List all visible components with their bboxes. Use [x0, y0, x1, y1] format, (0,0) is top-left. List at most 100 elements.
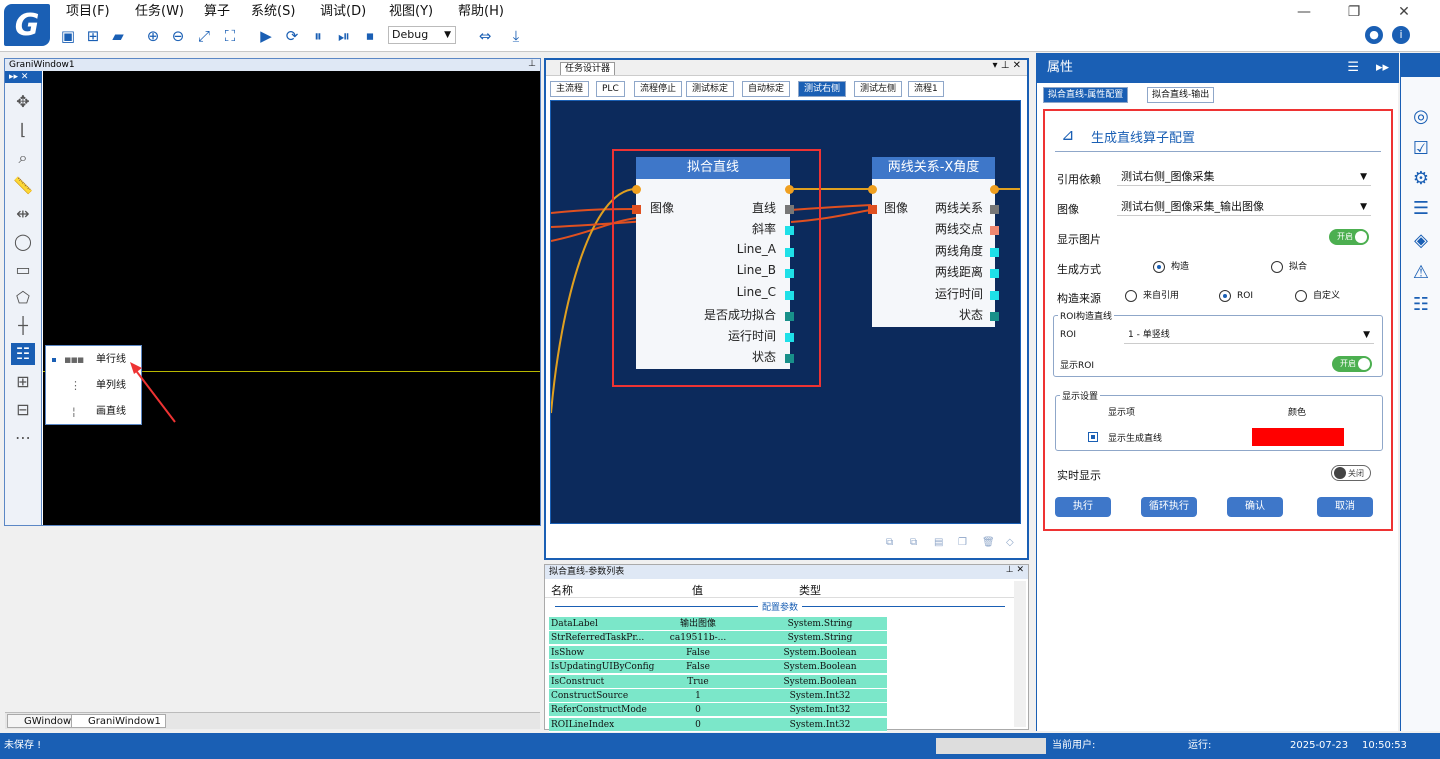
loop-icon[interactable]: ⟳ [282, 26, 302, 46]
target-icon[interactable]: ◎ [1409, 105, 1433, 129]
clear-icon[interactable]: ◇ [1006, 537, 1018, 549]
download-icon[interactable]: ⤓ [506, 26, 526, 46]
collapse-icon[interactable]: ▸▸ [1376, 53, 1389, 83]
output-port[interactable] [990, 291, 999, 300]
input-port[interactable] [868, 205, 877, 214]
save-icon[interactable]: ▣ [58, 26, 78, 46]
tab-graniwindow1[interactable]: GraniWindow1 [71, 714, 166, 728]
cross-tool-icon[interactable]: ┼ [11, 315, 35, 337]
popup-item-single-row[interactable]: ▪▪▪ 单行线 [50, 348, 140, 372]
popup-item-draw-line[interactable]: ¦ 画直线 [50, 400, 140, 424]
info-icon[interactable]: i [1392, 26, 1410, 44]
menu-project[interactable]: 项目(F) [66, 3, 110, 21]
run-icon[interactable]: ▶ [256, 26, 276, 46]
split-icon[interactable]: ⇔ [475, 26, 495, 46]
menu-debug[interactable]: 调试(D) [320, 3, 366, 21]
list-icon[interactable]: ☰ [1409, 197, 1433, 221]
warning-icon[interactable]: ⚠ [1409, 261, 1433, 285]
menu-view[interactable]: 视图(Y) [389, 3, 433, 21]
table-row[interactable]: IsShow False System.Boolean [549, 645, 887, 660]
fit-icon[interactable]: ⤢ [194, 26, 214, 46]
settings-icon[interactable]: ⚙ [1409, 167, 1433, 191]
pin-icon[interactable]: ⊥ [528, 59, 536, 69]
menu-system[interactable]: 系统(S) [251, 3, 295, 21]
node-line-relation[interactable]: 两线关系-X角度 图像 两线关系 两线交点 两线角度 两线距离 运行时间 状态 [868, 157, 999, 327]
line-tool-icon[interactable]: ☷ [11, 343, 35, 365]
cancel-button[interactable]: 取消 [1317, 497, 1373, 517]
output-port[interactable] [990, 248, 999, 257]
table-row[interactable]: DataLabel 输出图像 System.String [549, 617, 887, 631]
fullscreen-icon[interactable]: ⛶ [220, 26, 240, 46]
loop-execute-button[interactable]: 循环执行 [1141, 497, 1197, 517]
delete-icon[interactable]: 🗑 [982, 537, 995, 549]
realtime-toggle[interactable]: 关闭 [1331, 465, 1371, 481]
ruler-icon[interactable]: 📏 [11, 175, 35, 197]
copy-icon[interactable]: ⧉ [886, 537, 898, 549]
image-canvas[interactable] [43, 71, 540, 525]
menu-icon[interactable]: ☰ [1347, 53, 1359, 83]
pause-icon[interactable]: ⏸ [308, 26, 328, 46]
layers-icon[interactable]: ◈ [1409, 229, 1433, 253]
circle-tool-icon[interactable]: ◯ [11, 231, 35, 253]
axis-icon[interactable]: ⌊ [11, 119, 35, 141]
confirm-button[interactable]: 确认 [1227, 497, 1283, 517]
ref-select[interactable]: 测试右侧_图像采集 ▼ [1117, 168, 1371, 186]
display-line-checkbox[interactable] [1088, 432, 1098, 442]
duplicate-icon[interactable]: ❐ [958, 537, 970, 549]
close-icon[interactable]: ✕ [1392, 2, 1416, 22]
checklist-icon[interactable]: ☑ [1409, 137, 1433, 161]
step-icon[interactable]: ⏯ [334, 26, 354, 46]
tab-test-calibration[interactable]: 测试标定 [686, 81, 735, 97]
zoom-in-icon[interactable]: ⊕ [143, 26, 163, 46]
tab-fit-line-output[interactable]: 拟合直线-输出 [1147, 87, 1215, 103]
remove-roi-icon[interactable]: ⊟ [11, 399, 35, 421]
scrollbar[interactable] [1014, 581, 1026, 727]
flow-canvas[interactable]: 拟合直线 图像 直线 斜率 Line_A Line_B Line_C 是否成功拟… [550, 100, 1021, 524]
menu-task[interactable]: 任务(W) [135, 3, 184, 21]
output-port[interactable] [990, 269, 999, 278]
output-port[interactable] [990, 226, 999, 235]
table-row[interactable]: ROILineIndex 0 System.Int32 [549, 717, 887, 732]
color-swatch[interactable] [1252, 428, 1344, 446]
tab-test-right[interactable]: 测试右侧 [798, 81, 847, 97]
show-image-toggle[interactable]: 开启 [1329, 229, 1369, 245]
output-port[interactable] [990, 205, 999, 214]
table-row[interactable]: ConstructSource 1 System.Int32 [549, 689, 887, 703]
debug-mode-select[interactable]: Debug ▼ [388, 26, 456, 44]
add-icon[interactable]: ⊞ [83, 26, 103, 46]
polygon-tool-icon[interactable]: ⬠ [11, 287, 35, 309]
tab-flow-stop[interactable]: 流程停止 [634, 81, 683, 97]
hierarchy-icon[interactable]: ☷ [1409, 293, 1433, 317]
tab-main-flow[interactable]: 主流程 [550, 81, 590, 97]
copy-all-icon[interactable]: ⧉ [910, 537, 922, 549]
menu-operator[interactable]: 算子 [204, 3, 230, 21]
measure-icon[interactable]: ⇹ [11, 203, 35, 225]
input-port[interactable] [868, 185, 877, 194]
add-roi-icon[interactable]: ⊞ [11, 371, 35, 393]
tab-gwindow[interactable]: GWindow [7, 714, 77, 728]
zoom-out-icon[interactable]: ⊖ [168, 26, 188, 46]
user-icon[interactable]: ● [1365, 26, 1383, 44]
magnifier-icon[interactable]: ⌕ [11, 147, 35, 169]
tab-flow1[interactable]: 流程1 [908, 81, 944, 97]
output-port[interactable] [990, 312, 999, 321]
move-icon[interactable]: ✥ [11, 91, 35, 113]
more-icon[interactable]: ⋯ [11, 427, 35, 449]
tab-plc[interactable]: PLC [596, 81, 625, 97]
panel-controls-icon[interactable]: ▾ ⊥ ✕ [993, 60, 1021, 71]
image-select[interactable]: 测试右侧_图像采集_输出图像 ▼ [1117, 198, 1371, 216]
tab-fit-line-config[interactable]: 拟合直线-属性配置 [1043, 87, 1129, 103]
table-row[interactable]: ReferConstructMode 0 System.Int32 [549, 703, 887, 718]
table-row[interactable]: StrReferredTaskPr... ca19511b-... System.S… [549, 631, 887, 646]
popup-item-single-column[interactable]: ⋮ 单列线 [50, 374, 140, 398]
table-row[interactable]: IsUpdatingUIByConfig False System.Boolean [549, 660, 887, 675]
tab-test-left[interactable]: 测试左侧 [854, 81, 903, 97]
panel-controls-icon[interactable]: ⊥ ✕ [1006, 565, 1024, 575]
paste-icon[interactable]: ▤ [934, 537, 946, 549]
stop-icon[interactable]: ⏹ [360, 26, 380, 46]
roi-select[interactable]: 1 - 单竖线 ▼ [1124, 326, 1374, 344]
restore-icon[interactable]: ❐ [1342, 2, 1366, 22]
open-folder-icon[interactable]: ▰ [108, 26, 128, 46]
execute-button[interactable]: 执行 [1055, 497, 1111, 517]
menu-help[interactable]: 帮助(H) [458, 3, 504, 21]
